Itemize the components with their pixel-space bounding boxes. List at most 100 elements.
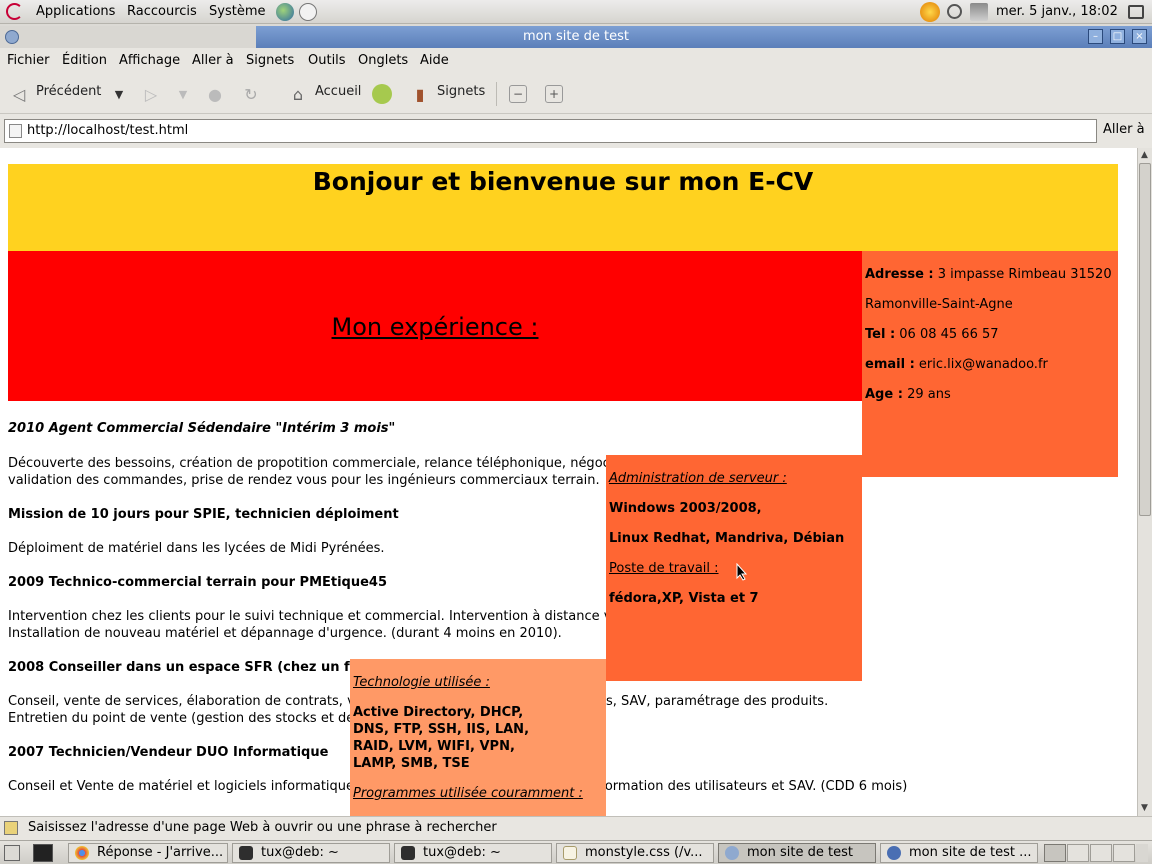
technology-line-2: DNS, FTP, SSH, IIS, LAN, <box>353 722 530 737</box>
show-desktop-icon[interactable] <box>4 845 20 861</box>
security-lock-icon[interactable] <box>4 821 18 835</box>
speed-dial-icon[interactable] <box>372 84 392 104</box>
vertical-scrollbar[interactable]: ▲ ▼ <box>1137 148 1152 816</box>
city-line: Ramonville-Saint-Agne <box>865 297 1013 312</box>
task-browser-active[interactable]: mon site de test <box>718 843 876 863</box>
menu-go[interactable]: Aller à <box>192 53 234 68</box>
bookmarks-icon[interactable]: ▮ <box>409 83 431 105</box>
go-button[interactable]: Aller à <box>1103 122 1145 137</box>
task-editor[interactable]: monstyle.css (/v... <box>556 843 714 863</box>
back-button[interactable]: Précédent <box>36 84 101 99</box>
debian-logo-icon[interactable] <box>6 3 23 20</box>
applications-menu[interactable]: Applications <box>36 4 115 19</box>
task-browser-2[interactable]: mon site de test ... <box>880 843 1038 863</box>
scroll-down-icon[interactable]: ▼ <box>1141 803 1148 813</box>
workstation-title: Poste de travail : <box>609 561 719 576</box>
home-button[interactable]: Accueil <box>315 84 361 99</box>
close-button[interactable]: × <box>1132 29 1147 44</box>
technology-line-3: RAID, LVM, WIFI, VPN, <box>353 739 515 754</box>
reload-icon[interactable]: ↻ <box>240 83 262 105</box>
tel-line: Tel : 06 08 45 66 57 <box>865 327 999 342</box>
maximize-button[interactable]: □ <box>1110 29 1125 44</box>
address-value: http://localhost/test.html <box>27 123 189 138</box>
menu-tabs[interactable]: Onglets <box>358 53 408 68</box>
menu-tools[interactable]: Outils <box>308 53 346 68</box>
navigation-toolbar: ◁ Précédent ▼ ▷ ▼ ● ↻ ⌂ Accueil ▮ Signet… <box>0 74 1152 114</box>
chrome-icon <box>75 846 89 860</box>
mail-launcher-icon[interactable] <box>299 3 317 21</box>
globe-launcher-icon[interactable] <box>276 3 294 21</box>
scrollbar-thumb[interactable] <box>1139 163 1151 516</box>
terminal-launcher-icon[interactable] <box>33 844 53 862</box>
server-line-1: Windows 2003/2008, <box>609 501 762 516</box>
address-line: Adresse : 3 impasse Rimbeau 31520 <box>865 267 1112 282</box>
job1-desc-1: Découverte des bessoins, création de pro… <box>8 456 651 471</box>
workstation-line: fédora,XP, Vista et 7 <box>609 591 759 606</box>
task-terminal-2[interactable]: tux@deb: ~ <box>394 843 552 863</box>
task-chrome[interactable]: Réponse - J'arrive... <box>68 843 228 863</box>
window-title: mon site de test <box>523 29 629 44</box>
menu-view[interactable]: Affichage <box>119 53 180 68</box>
browser-icon <box>725 846 739 860</box>
menu-bookmarks[interactable]: Signets <box>246 53 294 68</box>
status-bar: Saisissez l'adresse d'une page Web à ouv… <box>0 816 1152 840</box>
workspace-2-button[interactable] <box>1067 844 1089 862</box>
job5-title: 2007 Technicien/Vendeur DUO Informatique <box>8 745 329 760</box>
forward-arrow-icon[interactable]: ▷ <box>140 83 162 105</box>
address-input[interactable]: http://localhost/test.html <box>4 119 1097 143</box>
bottom-taskbar: Réponse - J'arrive... tux@deb: ~ tux@deb… <box>0 840 1152 864</box>
page-banner: Bonjour et bienvenue sur mon E-CV <box>8 164 1118 252</box>
experience-header: Mon expérience : <box>8 251 862 401</box>
menu-edit[interactable]: Édition <box>62 53 107 68</box>
email-line: email : eric.lix@wanadoo.fr <box>865 357 1048 372</box>
back-history-chevron-icon[interactable]: ▼ <box>108 83 130 105</box>
terminal-icon <box>401 846 415 860</box>
bookmarks-button[interactable]: Signets <box>437 84 485 99</box>
page-icon <box>9 124 22 138</box>
url-bar: http://localhost/test.html Aller à <box>0 114 1152 148</box>
trash-icon[interactable] <box>1136 844 1148 862</box>
server-admin-title: Administration de serveur : <box>609 471 787 486</box>
skills-box: Administration de serveur : Windows 2003… <box>606 455 862 681</box>
technology-title: Technologie utilisée : <box>353 675 490 690</box>
back-arrow-icon[interactable]: ◁ <box>8 83 30 105</box>
top-panel: Applications Raccourcis Système mer. 5 j… <box>0 0 1152 24</box>
minimize-button[interactable]: – <box>1088 29 1103 44</box>
battery-icon[interactable] <box>1128 5 1144 19</box>
job2-desc: Déploiment de matériel dans les lycées d… <box>8 541 385 556</box>
menu-file[interactable]: Fichier <box>7 53 50 68</box>
home-icon[interactable]: ⌂ <box>287 83 309 105</box>
search-icon[interactable] <box>947 4 962 19</box>
technology-box: Technologie utilisée : Active Directory,… <box>350 659 606 816</box>
clock[interactable]: mer. 5 janv., 18:02 <box>996 4 1118 19</box>
system-menu[interactable]: Système <box>209 4 265 19</box>
workspace-1-button[interactable] <box>1044 844 1066 862</box>
technology-line-4: LAMP, SMB, TSE <box>353 756 470 771</box>
technology-line-1: Active Directory, DHCP, <box>353 705 524 720</box>
job1-desc-2: validation des commandes, prise de rende… <box>8 473 600 488</box>
toolbar-separator <box>496 82 497 106</box>
job3-desc-1: Intervention chez les clients pour le su… <box>8 609 686 624</box>
banner-title: Bonjour et bienvenue sur mon E-CV <box>312 167 814 196</box>
task-terminal-1[interactable]: tux@deb: ~ <box>232 843 390 863</box>
programs-title: Programmes utilisée couramment : <box>353 786 583 801</box>
zoom-in-icon[interactable]: + <box>545 85 563 103</box>
window-titlebar[interactable]: mon site de test – □ × <box>0 26 1152 48</box>
stop-icon[interactable]: ● <box>204 83 226 105</box>
experience-title: Mon expérience : <box>331 313 539 341</box>
zoom-out-icon[interactable]: − <box>509 85 527 103</box>
workspace-3-button[interactable] <box>1090 844 1112 862</box>
status-text: Saisissez l'adresse d'une page Web à ouv… <box>28 820 497 835</box>
mouse-cursor-icon <box>736 563 748 581</box>
job1-title: 2010 Agent Commercial Sédendaire "Intéri… <box>8 421 396 436</box>
forward-history-chevron-icon[interactable]: ▼ <box>172 83 194 105</box>
menu-help[interactable]: Aide <box>420 53 449 68</box>
job2-title: Mission de 10 jours pour SPIE, technicie… <box>8 507 399 522</box>
update-notifier-icon[interactable] <box>920 2 940 22</box>
scroll-up-icon[interactable]: ▲ <box>1141 150 1148 160</box>
workspace-4-button[interactable] <box>1113 844 1135 862</box>
text-editor-icon <box>563 846 577 860</box>
menubar: Fichier Édition Affichage Aller à Signet… <box>0 48 1152 74</box>
network-icon[interactable] <box>970 3 988 21</box>
shortcuts-menu[interactable]: Raccourcis <box>127 4 197 19</box>
